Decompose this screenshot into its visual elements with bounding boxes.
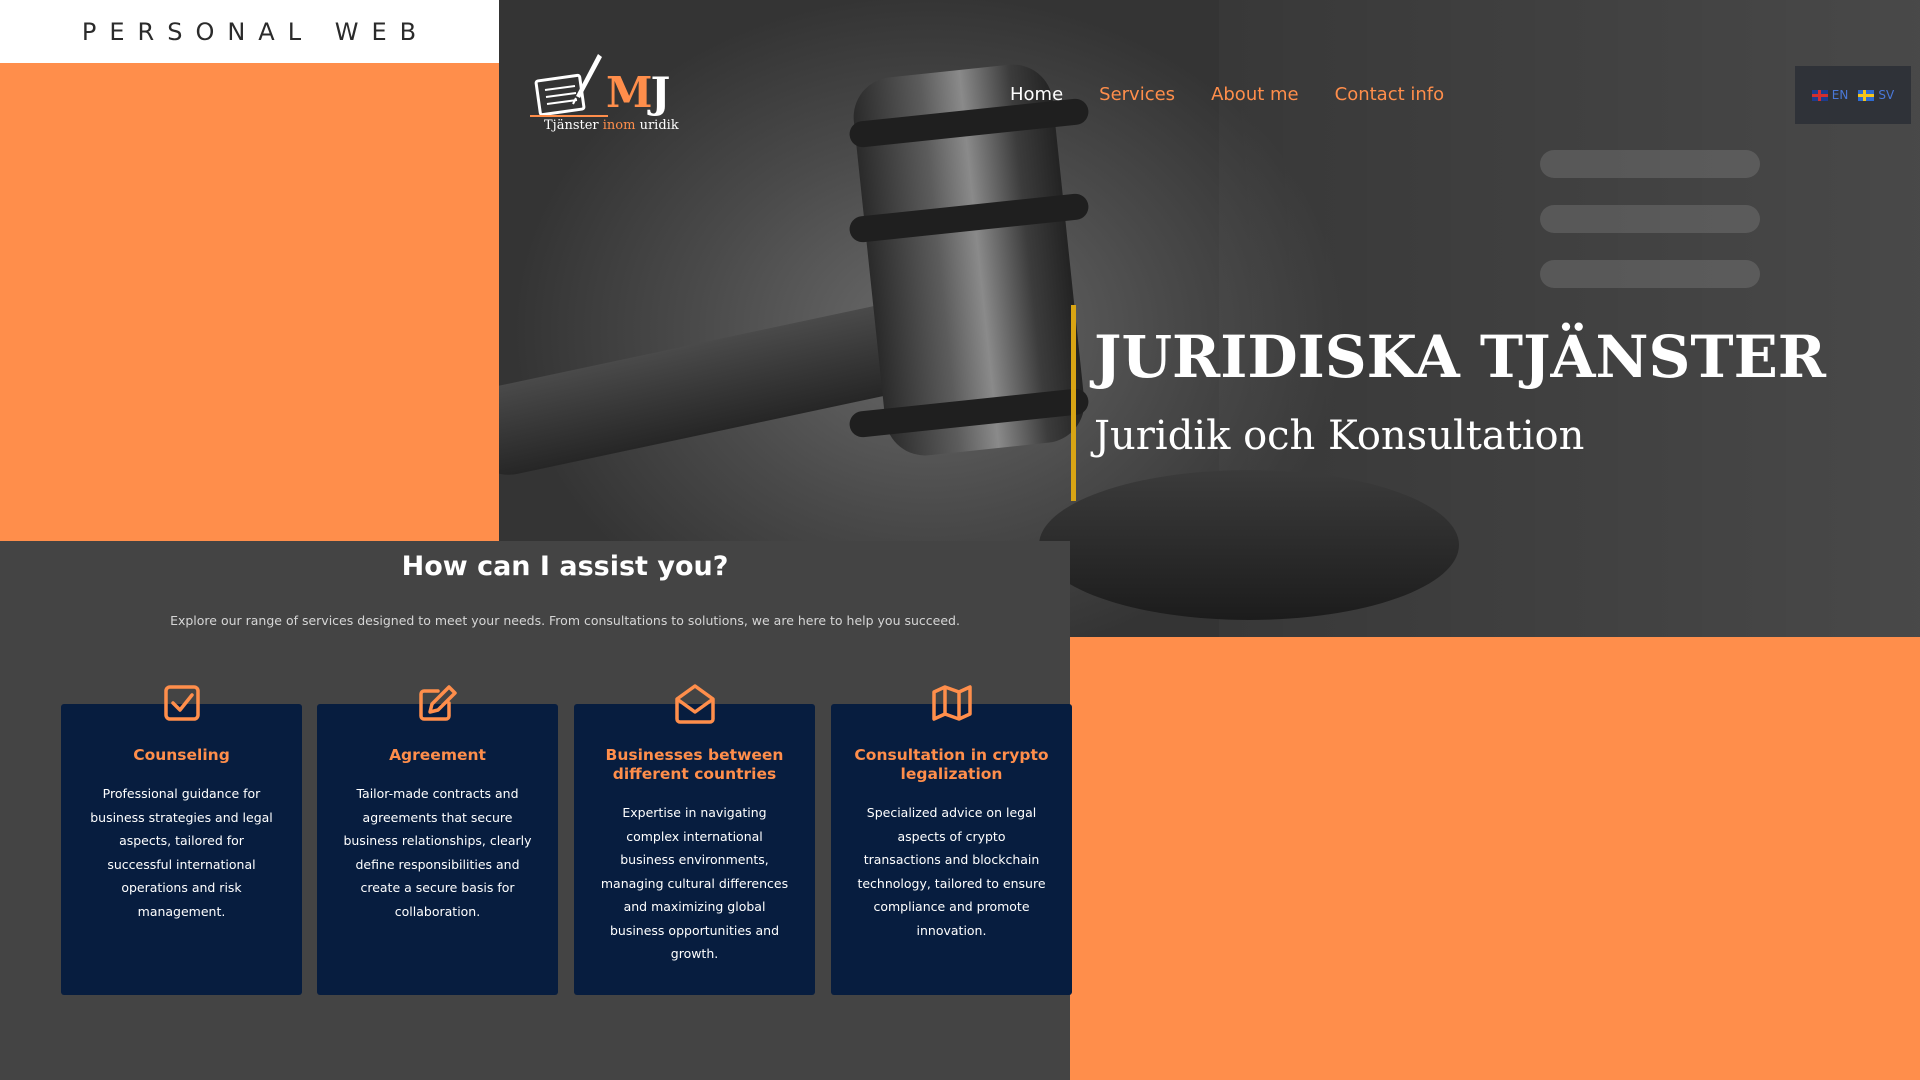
site-logo[interactable]: MJ Tjänster inom uridik xyxy=(528,50,718,140)
service-card-title: Consultation in crypto legalization xyxy=(854,746,1049,783)
service-card-agreement[interactable]: Agreement Tailor-made contracts and agre… xyxy=(317,685,558,995)
service-card-counseling[interactable]: Counseling Professional guidance for bus… xyxy=(61,685,302,995)
service-card-text: Expertise in navigating complex internat… xyxy=(600,805,789,961)
service-card-title: Businesses between different countries xyxy=(605,746,784,783)
main-nav: Home Services About me Contact info xyxy=(1010,84,1444,105)
service-card-international-business[interactable]: Businesses between different countries E… xyxy=(574,684,815,995)
hero-background-shelf xyxy=(1540,260,1760,288)
service-card-title: Counseling xyxy=(133,746,230,764)
language-sv-label: SV xyxy=(1878,88,1895,102)
services-heading: How can I assist you? xyxy=(401,551,729,582)
logo-initials: MJ xyxy=(606,68,671,117)
site-brand[interactable]: PERSONAL WEB xyxy=(70,18,429,46)
hero-title: JURIDISKA TJÄNSTER xyxy=(1094,323,1826,391)
service-card-text: Professional guidance for business strat… xyxy=(90,786,273,919)
edit-icon xyxy=(317,683,558,723)
orange-panel-left xyxy=(0,63,499,541)
services-section: How can I assist you? Explore our range … xyxy=(0,541,1072,1080)
services-intro: Explore our range of services designed t… xyxy=(170,612,960,628)
nav-services[interactable]: Services xyxy=(1099,84,1175,105)
service-card-text: Specialized advice on legal aspects of c… xyxy=(857,805,1046,938)
logo-tagline-part: uridik xyxy=(639,118,679,133)
nav-about-me[interactable]: About me xyxy=(1211,84,1299,105)
language-switcher: EN SV xyxy=(1795,66,1911,124)
uk-flag-icon xyxy=(1811,89,1828,101)
nav-home[interactable]: Home xyxy=(1010,84,1063,105)
language-en[interactable]: EN xyxy=(1811,88,1849,102)
hero-subtitle: Juridik och Konsultation xyxy=(1094,413,1585,459)
hero-text-block: JURIDISKA TJÄNSTER Juridik och Konsultat… xyxy=(1071,305,1826,501)
language-sv[interactable]: SV xyxy=(1858,88,1894,102)
hero-background-shelf xyxy=(1540,150,1760,178)
checkbox-icon xyxy=(61,683,302,723)
service-card-text: Tailor-made contracts and agreements tha… xyxy=(343,786,532,919)
logo-tagline-part: Tjänster xyxy=(544,118,603,133)
nav-contact-info[interactable]: Contact info xyxy=(1335,84,1445,105)
site-brand-bar: PERSONAL WEB xyxy=(0,0,499,63)
hero-background-shelf xyxy=(1540,205,1760,233)
language-en-label: EN xyxy=(1831,88,1849,102)
quill-document-icon xyxy=(530,54,608,117)
sweden-flag-icon xyxy=(1858,89,1875,101)
service-card-title: Agreement xyxy=(389,746,486,764)
orange-panel-right xyxy=(1070,637,1920,1080)
service-card-crypto[interactable]: Consultation in crypto legalization Spec… xyxy=(831,685,1072,995)
logo-initial-j: J xyxy=(650,68,671,117)
logo-tagline-part: inom xyxy=(602,118,636,133)
map-icon xyxy=(831,683,1072,723)
open-envelope-icon xyxy=(574,683,815,725)
logo-initial-m: M xyxy=(606,68,652,117)
logo-tagline: Tjänster inom uridik xyxy=(544,118,679,133)
